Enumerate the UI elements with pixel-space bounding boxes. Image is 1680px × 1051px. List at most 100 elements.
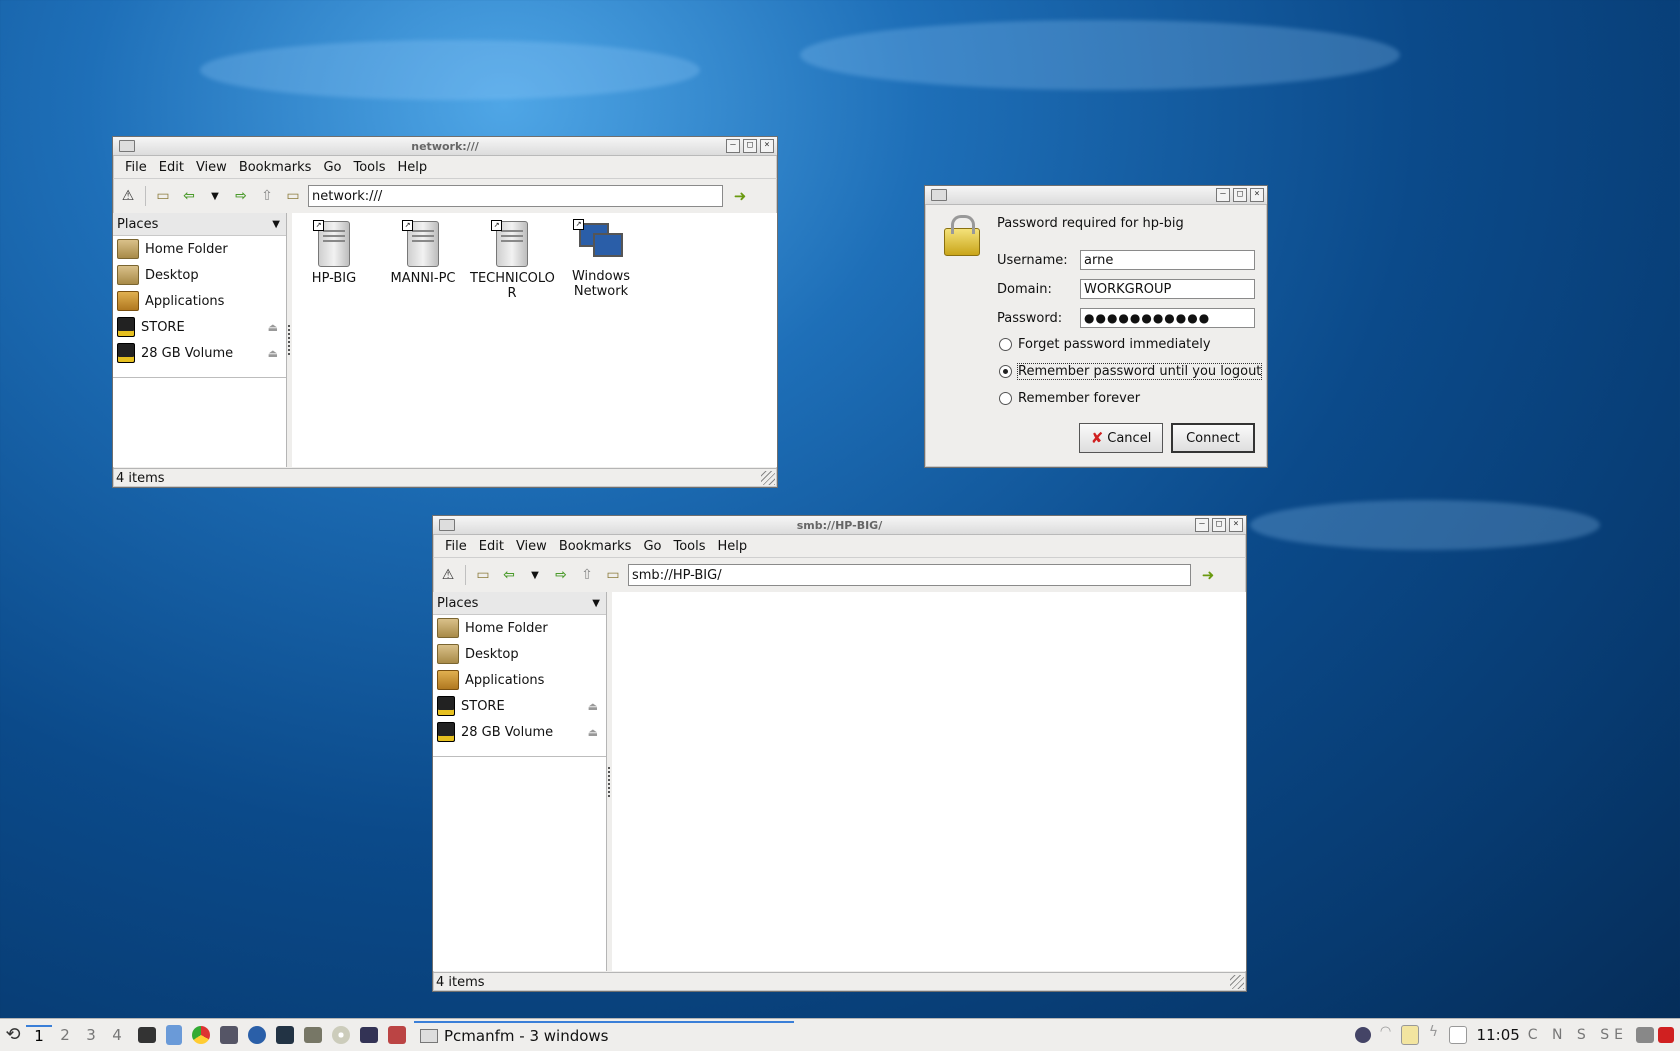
- forward-arrow-icon[interactable]: ⇨: [550, 564, 572, 586]
- minimize-button[interactable]: –: [1216, 188, 1230, 202]
- wifi-icon[interactable]: ◠: [1375, 1024, 1397, 1046]
- titlebar[interactable]: network:/// – □ ×: [113, 137, 777, 156]
- sidebar-item-store[interactable]: STORE ⏏: [433, 693, 606, 719]
- workspace-2[interactable]: 2: [52, 1026, 78, 1044]
- home-folder-icon[interactable]: ▭: [282, 185, 304, 207]
- titlebar[interactable]: smb://HP-BIG/ – □ ×: [433, 516, 1246, 535]
- forward-arrow-icon[interactable]: ⇨: [230, 185, 252, 207]
- workspace-4[interactable]: 4: [104, 1026, 130, 1044]
- menu-go[interactable]: Go: [317, 160, 347, 175]
- chevron-down-icon[interactable]: ▼: [592, 598, 600, 609]
- titlebar[interactable]: – □ ×: [925, 186, 1267, 205]
- menu-view[interactable]: View: [510, 539, 553, 554]
- file-manager-window-smb[interactable]: smb://HP-BIG/ – □ × File Edit View Bookm…: [432, 515, 1247, 992]
- new-tab-icon[interactable]: ▭: [472, 564, 494, 586]
- radio-remember-forever[interactable]: Remember forever: [999, 391, 1140, 406]
- resize-grip[interactable]: [1230, 975, 1244, 989]
- sidebar-item-desktop[interactable]: Desktop: [433, 641, 606, 667]
- resize-grip[interactable]: [761, 471, 775, 485]
- menu-file[interactable]: File: [119, 160, 153, 175]
- places-header[interactable]: Places ▼: [113, 213, 286, 236]
- workspace-3[interactable]: 3: [78, 1026, 104, 1044]
- menu-tools[interactable]: Tools: [667, 539, 711, 554]
- disc-icon[interactable]: [332, 1026, 350, 1044]
- password-field[interactable]: ●●●●●●●●●●●: [1080, 308, 1255, 328]
- new-tab-icon[interactable]: ▭: [152, 185, 174, 207]
- file-manager-icon[interactable]: [166, 1025, 182, 1045]
- taskbar-task-pcmanfm[interactable]: Pcmanfm - 3 windows: [414, 1021, 794, 1049]
- eject-icon[interactable]: ⏏: [588, 726, 598, 739]
- radio-button-selected[interactable]: [999, 365, 1012, 378]
- terminal-icon[interactable]: [138, 1027, 156, 1043]
- eject-icon[interactable]: ⏏: [268, 347, 278, 360]
- sidebar-item-desktop[interactable]: Desktop: [113, 262, 286, 288]
- minimize-button[interactable]: –: [726, 139, 740, 153]
- maximize-button[interactable]: □: [1233, 188, 1247, 202]
- eject-icon[interactable]: ⏏: [588, 700, 598, 713]
- sidebar-item-home[interactable]: Home Folder: [433, 615, 606, 641]
- logout-icon[interactable]: [1658, 1027, 1674, 1043]
- radio-button[interactable]: [999, 338, 1012, 351]
- warning-icon[interactable]: ⚠: [117, 185, 139, 207]
- menu-bookmarks[interactable]: Bookmarks: [233, 160, 318, 175]
- settings-icon[interactable]: [220, 1026, 238, 1044]
- maximize-button[interactable]: □: [743, 139, 757, 153]
- maximize-button[interactable]: □: [1212, 518, 1226, 532]
- network-item-windows-network[interactable]: ↗ Windows Network: [559, 219, 643, 299]
- menu-go[interactable]: Go: [637, 539, 667, 554]
- places-header[interactable]: Places ▼: [433, 592, 606, 615]
- go-arrow-icon[interactable]: ➜: [729, 185, 751, 207]
- chevron-down-icon[interactable]: ▼: [272, 219, 280, 230]
- warning-icon[interactable]: ⚠: [437, 564, 459, 586]
- power-icon[interactable]: ϟ: [1423, 1024, 1445, 1046]
- notes-icon[interactable]: [1448, 1026, 1467, 1044]
- up-arrow-icon[interactable]: ⇧: [256, 185, 278, 207]
- radio-forget-immediately[interactable]: Forget password immediately: [999, 337, 1211, 352]
- file-manager-window-network[interactable]: network:/// – □ × File Edit View Bookmar…: [112, 136, 778, 488]
- file-view[interactable]: ↗ HP-BIG ↗ MANNI-PC ↗ TECHNICOLO R ↗ Win…: [292, 213, 777, 467]
- home-folder-icon[interactable]: ▭: [602, 564, 624, 586]
- connect-button[interactable]: Connect: [1171, 423, 1255, 453]
- workspace-1[interactable]: 1: [26, 1025, 52, 1045]
- cancel-button[interactable]: ✘ Cancel: [1079, 423, 1163, 453]
- menu-view[interactable]: View: [190, 160, 233, 175]
- media-icon[interactable]: [360, 1027, 378, 1043]
- menu-help[interactable]: Help: [392, 160, 434, 175]
- menu-edit[interactable]: Edit: [473, 539, 510, 554]
- menu-edit[interactable]: Edit: [153, 160, 190, 175]
- network-item-technicolor[interactable]: ↗ TECHNICOLO R: [470, 220, 555, 301]
- minimize-button[interactable]: –: [1195, 518, 1209, 532]
- menu-icon[interactable]: ⟲: [2, 1024, 24, 1046]
- sidebar-item-home[interactable]: Home Folder: [113, 236, 286, 262]
- menu-tools[interactable]: Tools: [347, 160, 391, 175]
- radio-remember-until-logout[interactable]: Remember password until you logout: [999, 363, 1263, 380]
- file-view[interactable]: [612, 592, 1246, 971]
- address-input[interactable]: network:///: [308, 185, 723, 207]
- display-icon[interactable]: [1636, 1027, 1654, 1043]
- history-dropdown-icon[interactable]: ▼: [204, 185, 226, 207]
- menu-file[interactable]: File: [439, 539, 473, 554]
- clipboard-icon[interactable]: [1400, 1025, 1419, 1045]
- go-arrow-icon[interactable]: ➜: [1197, 564, 1219, 586]
- address-input[interactable]: smb://HP-BIG/: [628, 564, 1191, 586]
- bluetooth-icon[interactable]: [1354, 1027, 1371, 1043]
- sidebar-item-applications[interactable]: Applications: [433, 667, 606, 693]
- back-arrow-icon[interactable]: ⇦: [498, 564, 520, 586]
- menu-bookmarks[interactable]: Bookmarks: [553, 539, 638, 554]
- password-dialog[interactable]: – □ × Password required for hp-big Usern…: [924, 185, 1268, 468]
- domain-field[interactable]: WORKGROUP: [1080, 279, 1255, 299]
- eject-icon[interactable]: ⏏: [268, 321, 278, 334]
- chrome-icon[interactable]: [192, 1026, 210, 1044]
- history-dropdown-icon[interactable]: ▼: [524, 564, 546, 586]
- close-button[interactable]: ×: [1250, 188, 1264, 202]
- calculator-icon[interactable]: [276, 1026, 294, 1044]
- sidebar-item-store[interactable]: STORE ⏏: [113, 314, 286, 340]
- sidebar-item-volume[interactable]: 28 GB Volume ⏏: [113, 340, 286, 366]
- back-arrow-icon[interactable]: ⇦: [178, 185, 200, 207]
- close-button[interactable]: ×: [1229, 518, 1243, 532]
- network-item-hp-big[interactable]: ↗ HP-BIG: [292, 220, 376, 286]
- username-field[interactable]: arne: [1080, 250, 1255, 270]
- clock[interactable]: 11:05: [1477, 1026, 1520, 1044]
- radio-button[interactable]: [999, 392, 1012, 405]
- close-button[interactable]: ×: [760, 139, 774, 153]
